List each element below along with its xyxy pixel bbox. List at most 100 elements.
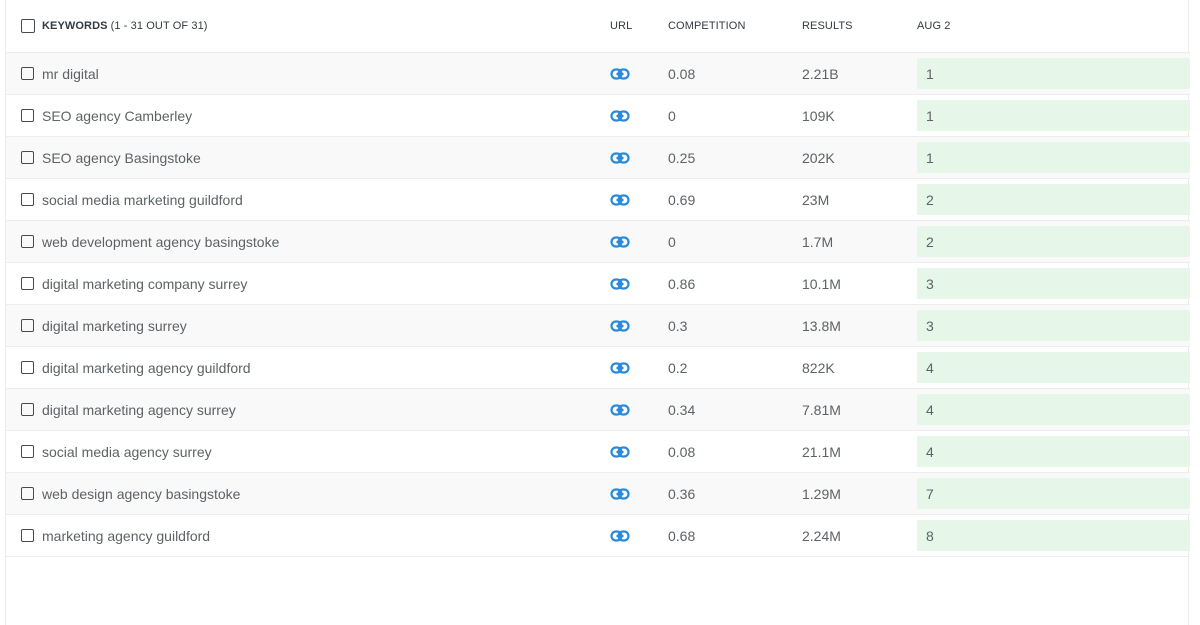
url-cell [610,305,630,346]
rank-cell: 7 [917,473,1190,514]
link-icon[interactable] [610,151,630,165]
rank-cell: 1 [917,95,1190,136]
link-icon[interactable] [610,277,630,291]
date-column-header[interactable]: AUG 2 [917,0,1190,52]
results-cell: 2.24M [802,527,841,544]
keyword-text[interactable]: SEO agency Camberley [42,108,192,124]
row-checkbox[interactable] [21,193,34,206]
row-checkbox[interactable] [21,151,34,164]
link-icon[interactable] [610,403,630,417]
rank-cell: 4 [917,431,1190,472]
rank-badge[interactable]: 1 [917,142,1190,173]
link-icon[interactable] [610,445,630,459]
table-row: digital marketing surrey 0.3 13.8M 3 [6,305,1190,347]
table-body: mr digital 0.08 2.21B 1 SEO agency Camberley… [6,53,1190,557]
results-cell: 10.1M [802,275,841,292]
keyword-cell: mr digital [21,53,99,94]
rank-badge[interactable]: 7 [917,478,1190,509]
url-cell [610,347,630,388]
row-checkbox[interactable] [21,403,34,416]
results-cell: 21.1M [802,443,841,460]
keyword-text[interactable]: digital marketing agency surrey [42,402,236,418]
rank-badge[interactable]: 8 [917,520,1190,551]
row-checkbox[interactable] [21,361,34,374]
table-row: web design agency basingstoke 0.36 1.29M 7 [6,473,1190,515]
competition-column-header[interactable]: COMPETITION [668,0,746,52]
keyword-text[interactable]: social media marketing guildford [42,192,243,208]
rank-cell: 1 [917,137,1190,178]
results-column-header[interactable]: RESULTS [802,0,853,52]
keyword-text[interactable]: digital marketing agency guildford [42,360,251,376]
select-all-checkbox[interactable] [21,19,35,33]
table-row: digital marketing agency guildford 0.2 822… [6,347,1190,389]
results-cell: 822K [802,359,835,376]
row-checkbox[interactable] [21,109,34,122]
row-checkbox[interactable] [21,67,34,80]
keywords-panel: KEYWORDS (1 - 31 OUT OF 31) URL COMPETIT… [5,0,1190,625]
link-icon[interactable] [610,235,630,249]
url-cell [610,179,630,220]
row-checkbox[interactable] [21,487,34,500]
link-icon[interactable] [610,361,630,375]
rank-badge[interactable]: 2 [917,184,1190,215]
link-icon[interactable] [610,67,630,81]
keyword-cell: web design agency basingstoke [21,473,240,514]
row-checkbox[interactable] [21,529,34,542]
keyword-cell: digital marketing company surrey [21,263,247,304]
competition-cell: 0.2 [668,359,688,376]
rank-cell: 2 [917,221,1190,262]
keyword-text[interactable]: digital marketing company surrey [42,276,247,292]
results-cell: 23M [802,191,830,208]
competition-cell: 0.86 [668,275,696,292]
rank-cell: 4 [917,347,1190,388]
keyword-text[interactable]: web development agency basingstoke [42,234,279,250]
rank-badge[interactable]: 3 [917,310,1190,341]
competition-cell: 0.68 [668,527,696,544]
keyword-text[interactable]: social media agency surrey [42,444,212,460]
keyword-cell: social media agency surrey [21,431,212,472]
keyword-text[interactable]: digital marketing surrey [42,318,187,334]
url-cell [610,263,630,304]
link-icon[interactable] [610,109,630,123]
competition-cell: 0.69 [668,191,696,208]
url-cell [610,515,630,556]
link-icon[interactable] [610,529,630,543]
competition-cell: 0.3 [668,317,688,334]
link-icon[interactable] [610,319,630,333]
keyword-cell: SEO agency Camberley [21,95,192,136]
competition-cell: 0.36 [668,485,696,502]
rank-badge[interactable]: 1 [917,100,1190,131]
rank-cell: 1 [917,53,1190,94]
rank-badge[interactable]: 2 [917,226,1190,257]
rank-badge[interactable]: 4 [917,352,1190,383]
keyword-cell: marketing agency guildford [21,515,210,556]
results-cell: 1.29M [802,485,841,502]
table-row: mr digital 0.08 2.21B 1 [6,53,1190,95]
results-cell: 13.8M [802,317,841,334]
url-cell [610,137,630,178]
keywords-header-label[interactable]: KEYWORDS [42,20,108,32]
row-checkbox[interactable] [21,319,34,332]
rank-cell: 3 [917,305,1190,346]
link-icon[interactable] [610,193,630,207]
row-checkbox[interactable] [21,277,34,290]
rank-badge[interactable]: 4 [917,436,1190,467]
url-cell [610,473,630,514]
row-checkbox[interactable] [21,445,34,458]
keyword-text[interactable]: web design agency basingstoke [42,486,240,502]
row-checkbox[interactable] [21,235,34,248]
keyword-text[interactable]: mr digital [42,66,99,82]
url-column-header[interactable]: URL [610,0,632,52]
rank-badge[interactable]: 1 [917,58,1190,89]
results-cell: 2.21B [802,65,839,82]
keywords-count: (1 - 31 OUT OF 31) [110,20,208,32]
keyword-text[interactable]: marketing agency guildford [42,528,210,544]
competition-cell: 0.34 [668,401,696,418]
keyword-text[interactable]: SEO agency Basingstoke [42,150,201,166]
keyword-cell: social media marketing guildford [21,179,243,220]
rank-cell: 3 [917,263,1190,304]
rank-badge[interactable]: 3 [917,268,1190,299]
rank-badge[interactable]: 4 [917,394,1190,425]
link-icon[interactable] [610,487,630,501]
rank-cell: 2 [917,179,1190,220]
